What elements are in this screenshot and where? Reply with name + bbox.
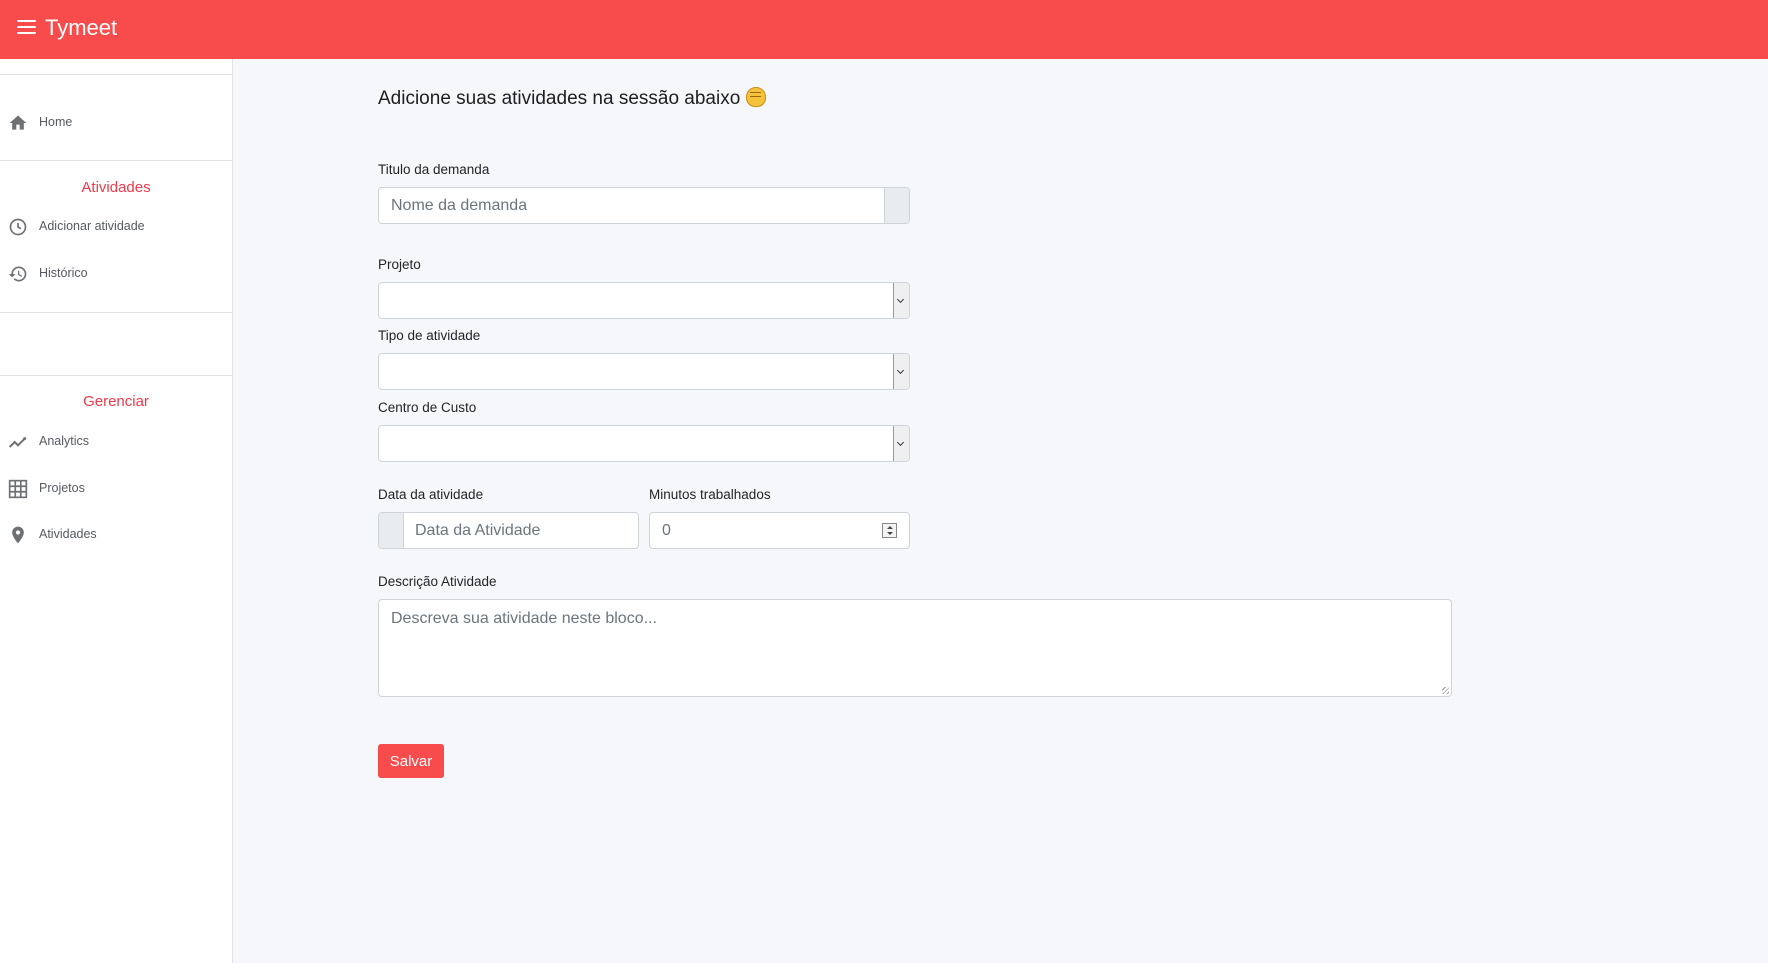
fist-emoji-icon (746, 87, 767, 107)
sidebar-divider (0, 312, 232, 313)
titulo-placeholder: Nome da demanda (391, 197, 528, 214)
descricao-label: Descrição Atividade (378, 574, 497, 589)
minutos-input[interactable]: 0 (649, 512, 910, 549)
tipo-label: Tipo de atividade (378, 328, 481, 343)
chevron-down-icon[interactable] (893, 354, 909, 389)
app-title: Tymeet (45, 15, 118, 40)
sidebar-item-adicionar-atividade[interactable]: Adicionar atividade (0, 209, 232, 245)
titulo-label: Titulo da demanda (378, 162, 490, 177)
home-icon (9, 115, 27, 130)
data-placeholder: Data da Atividade (415, 522, 541, 539)
sidebar-item-projetos[interactable]: Projetos (0, 471, 232, 507)
sidebar-divider (0, 74, 232, 75)
titulo-input[interactable]: Nome da demanda (378, 187, 910, 224)
sidebar-item-atividades[interactable]: Atividades (0, 517, 232, 553)
top-bar: Tymeet (0, 0, 1768, 59)
descricao-placeholder: Descreva sua atividade neste bloco... (391, 610, 657, 627)
sidebar-divider (0, 160, 232, 161)
section-title-atividades: Atividades (81, 179, 151, 196)
sidebar: Home Atividades Adicionar atividade Hist… (0, 59, 233, 963)
sidebar-item-analytics[interactable]: Analytics (0, 424, 232, 460)
clock-icon (9, 218, 27, 236)
chevron-down-icon[interactable] (893, 283, 909, 318)
projeto-select[interactable] (378, 282, 910, 319)
data-label: Data da atividade (378, 487, 484, 502)
grid-icon (8, 479, 28, 499)
projeto-label: Projeto (378, 257, 421, 272)
sidebar-item-label: Adicionar atividade (39, 219, 145, 233)
sidebar-divider (0, 375, 232, 376)
sidebar-item-label: Histórico (39, 266, 88, 280)
sidebar-item-historico[interactable]: Histórico (0, 256, 232, 292)
page-title: Adicione suas atividades na sessão abaix… (378, 87, 767, 110)
centro-label: Centro de Custo (378, 400, 477, 415)
save-button[interactable]: Salvar (378, 744, 444, 778)
hamburger-menu-icon[interactable] (17, 20, 36, 38)
sidebar-item-home[interactable]: Home (0, 105, 232, 141)
history-icon (8, 266, 27, 282)
minutos-value: 0 (662, 522, 671, 539)
trend-line-icon (8, 437, 27, 448)
data-input[interactable]: Data da Atividade (378, 512, 639, 549)
page-title-text: Adicione suas atividades na sessão abaix… (378, 88, 741, 109)
section-title-gerenciar: Gerenciar (83, 393, 149, 410)
centro-select[interactable] (378, 425, 910, 462)
sidebar-item-label: Home (39, 115, 73, 129)
chevron-down-icon[interactable] (893, 426, 909, 461)
calendar-addon[interactable] (379, 513, 404, 548)
number-spinner-icon[interactable] (882, 523, 897, 538)
sidebar-item-label: Atividades (39, 527, 97, 541)
minutos-label: Minutos trabalhados (649, 487, 771, 502)
tipo-select[interactable] (378, 353, 910, 390)
sidebar-item-label: Projetos (39, 481, 85, 495)
sidebar-item-label: Analytics (39, 434, 90, 448)
titulo-addon (884, 188, 909, 223)
main-content: Adicione suas atividades na sessão abaix… (233, 59, 1768, 963)
resize-handle-icon[interactable] (1442, 687, 1449, 694)
descricao-textarea[interactable]: Descreva sua atividade neste bloco... (378, 599, 1452, 697)
map-pin-icon (12, 526, 24, 544)
